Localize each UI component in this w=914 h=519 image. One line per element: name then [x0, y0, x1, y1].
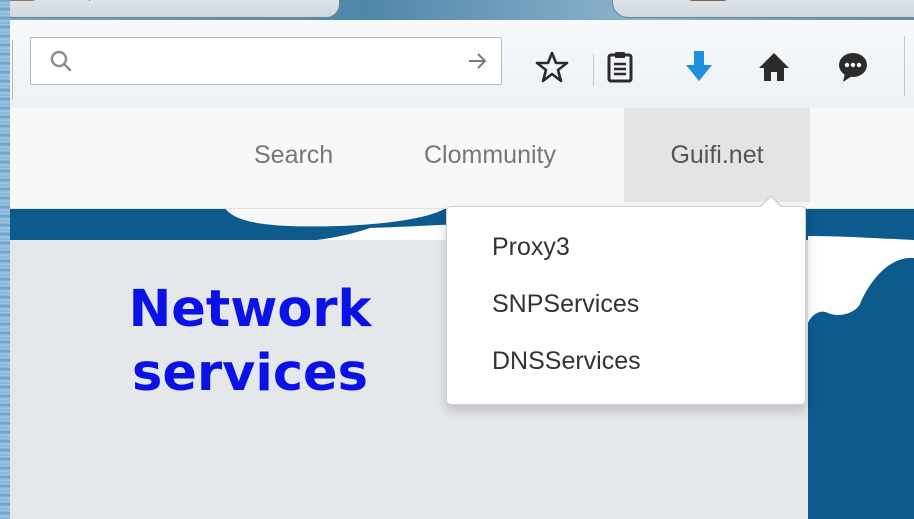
web-page: Search Clommunity Guifi.net Network serv… [10, 108, 914, 519]
chat-icon[interactable] [836, 51, 870, 83]
slide-headline: Network services [100, 278, 400, 406]
nav-item-search[interactable]: Search [238, 108, 349, 202]
toolbar-separator [904, 36, 905, 96]
home-icon[interactable] [758, 51, 790, 83]
bookmark-star-icon[interactable] [535, 51, 569, 83]
headline-line: services [132, 344, 368, 403]
guifi-net-dropdown-menu: Proxy3 SNPServices DNSServices [446, 195, 806, 405]
dropdown-item-snpservices[interactable]: SNPServices [492, 290, 639, 319]
tab-strip [0, 0, 914, 20]
tab-divider [89, 0, 90, 1]
headline-line: Network [128, 280, 372, 339]
site-navbar: Search Clommunity Guifi.net [10, 108, 914, 209]
nav-item-guifi-net[interactable]: Guifi.net [624, 108, 810, 202]
dropdown-item-dnsservices[interactable]: DNSServices [492, 347, 641, 376]
toolbar-separator [593, 54, 594, 86]
reading-list-icon[interactable] [606, 51, 634, 83]
go-arrow-icon[interactable] [467, 51, 489, 71]
browser-toolbar [0, 20, 914, 109]
screenshot-stage: Search Clommunity Guifi.net Network serv… [0, 0, 914, 519]
browser-tab[interactable] [612, 0, 914, 18]
nav-item-clommunity[interactable]: Clommunity [408, 108, 572, 202]
dropdown-caret-fill [760, 197, 782, 208]
downloads-icon[interactable] [684, 49, 714, 85]
dropdown-item-proxy3[interactable]: Proxy3 [492, 233, 570, 262]
tab-favicon [685, 0, 731, 1]
slide-left-border [0, 0, 10, 519]
search-input[interactable] [85, 44, 469, 80]
search-icon [50, 50, 72, 72]
search-box[interactable] [30, 37, 502, 85]
browser-tab[interactable] [0, 0, 340, 18]
